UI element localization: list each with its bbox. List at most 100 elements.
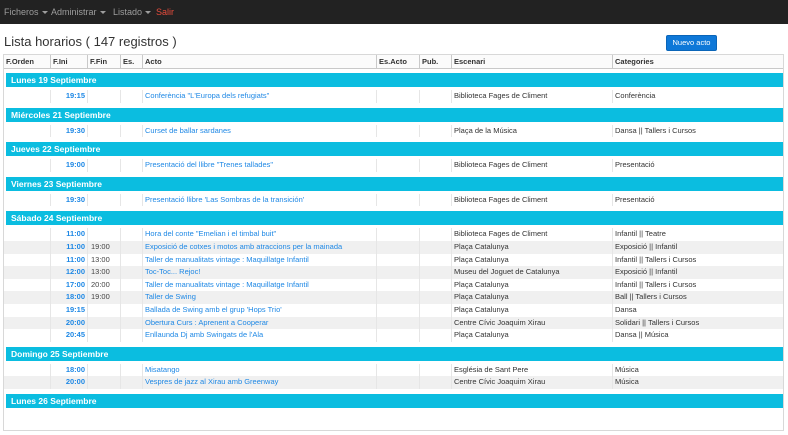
cell-act-link[interactable]: Curset de ballar sardanes [142, 124, 376, 138]
cell-start-time: 20:00 [50, 316, 87, 330]
cell-pub [419, 363, 451, 377]
table-row[interactable]: 19:00 Presentació del llibre "Trenes tall… [4, 159, 783, 172]
cell-venue: Centre Cívic Joaquim Xirau [451, 376, 612, 389]
cell-start-time: 20:45 [50, 329, 87, 342]
cell-es-acto [376, 241, 419, 254]
cell-act-link[interactable]: Vespres de jazz al Xirau amb Greenway [142, 376, 376, 389]
top-navbar: Ficheros Administrar Listado Salir [0, 0, 788, 24]
col-header-acto[interactable]: Acto [142, 55, 376, 68]
cell-act-link[interactable]: Misatango [142, 363, 376, 377]
cell-forden [4, 304, 50, 317]
cell-venue: Biblioteca Fages de Climent [451, 90, 612, 103]
col-header-pub[interactable]: Pub. [419, 55, 451, 68]
cell-start-time: 19:00 [50, 159, 87, 172]
cell-act-link[interactable]: Taller de manualitats vintage : Maquilla… [142, 278, 376, 292]
col-header-forden[interactable]: F.Orden [4, 55, 50, 68]
cell-start-time: 18:00 [50, 291, 87, 304]
table-row[interactable]: 20:00 Vespres de jazz al Xirau amb Greenw… [4, 376, 783, 389]
cell-es-acto [376, 228, 419, 241]
table-row[interactable]: 11:00 13:00 Taller de manualitats vintage … [4, 253, 783, 267]
cell-es [120, 304, 142, 317]
col-header-es[interactable]: Es. [120, 55, 142, 68]
cell-venue: Plaça Catalunya [451, 291, 612, 304]
cell-es [120, 363, 142, 377]
cell-forden [4, 279, 50, 292]
nav-salir-link[interactable]: Salir [156, 0, 174, 24]
cell-start-time: 11:00 [50, 228, 87, 241]
table-row[interactable]: 19:30 Presentació llibre 'Las Sombras de … [4, 193, 783, 207]
cell-act-link[interactable]: Obertura Curs : Aprenent a Cooperar [142, 316, 376, 330]
cell-act-link[interactable]: Ballada de Swing amb el grup 'Hops Trio' [142, 304, 376, 317]
table-row[interactable]: 11:00 19:00 Exposició de cotxes i motos am… [4, 241, 783, 254]
cell-categories: Presentació [612, 159, 783, 172]
nav-ficheros-menu[interactable]: Ficheros [4, 0, 48, 24]
table-row[interactable]: 19:30 Curset de ballar sardanes Plaça de l… [4, 124, 783, 138]
cell-act-link[interactable]: Taller de manualitats vintage : Maquilla… [142, 253, 376, 267]
cell-act-link[interactable]: Enllaunda Dj amb Swingats de l'Ala [142, 329, 376, 342]
cell-forden [4, 266, 50, 279]
cell-categories: Infantil || Tallers i Cursos [612, 278, 783, 292]
table-row[interactable]: 12:00 13:00 Toc-Toc... Rejoc! Museu del Jog… [4, 266, 783, 279]
cell-venue: Plaça de la Música [451, 124, 612, 138]
col-header-categories[interactable]: Categories [612, 55, 783, 68]
table-row[interactable]: 18:00 19:00 Taller de Swing Plaça Catalunya… [4, 291, 783, 304]
cell-act-link[interactable]: Toc-Toc... Rejoc! [142, 266, 376, 279]
cell-end-time [87, 90, 120, 103]
table-row[interactable]: 11:00 Hora del conte "Emelian i el timbal… [4, 228, 783, 241]
table-row[interactable]: 18:00 Misatango Església de Sant Pere Músic… [4, 363, 783, 377]
col-header-esacto[interactable]: Es.Acto [376, 55, 419, 68]
cell-es [120, 241, 142, 254]
cell-venue: Centre Cívic Joaquim Xirau [451, 316, 612, 330]
cell-categories: Infantil || Tallers i Cursos [612, 253, 783, 267]
cell-start-time: 18:00 [50, 363, 87, 377]
cell-act-link[interactable]: Hora del conte "Emelian i el timbal buit… [142, 228, 376, 241]
cell-pub [419, 316, 451, 330]
nav-ficheros-label: Ficheros [4, 7, 39, 17]
table-row[interactable]: 19:15 Ballada de Swing amb el grup 'Hops … [4, 304, 783, 317]
cell-forden [4, 228, 50, 241]
cell-end-time [87, 376, 120, 389]
new-act-button[interactable]: Nuevo acto [666, 35, 717, 51]
day-header: Lunes 19 Septiembre [6, 73, 783, 87]
cell-forden [4, 329, 50, 342]
col-header-ffin[interactable]: F.Fin [87, 55, 120, 68]
cell-start-time: 19:30 [50, 193, 87, 207]
cell-act-link[interactable]: Taller de Swing [142, 291, 376, 304]
cell-act-link[interactable]: Presentació del llibre "Trenes tallades" [142, 159, 376, 172]
nav-administrar-menu[interactable]: Administrar [51, 0, 106, 24]
cell-venue: Plaça Catalunya [451, 241, 612, 254]
cell-start-time: 17:00 [50, 278, 87, 292]
table-row[interactable]: 20:45 Enllaunda Dj amb Swingats de l'Ala P… [4, 329, 783, 342]
cell-act-link[interactable]: Conferència "L'Europa dels refugiats" [142, 90, 376, 103]
cell-es [120, 266, 142, 279]
cell-act-link[interactable]: Presentació llibre 'Las Sombras de la tr… [142, 193, 376, 207]
chevron-down-icon [99, 11, 106, 15]
cell-es [120, 329, 142, 342]
cell-categories: Ball || Tallers i Cursos [612, 291, 783, 304]
cell-es [120, 316, 142, 330]
nav-listado-menu[interactable]: Listado [113, 0, 152, 24]
cell-es-acto [376, 316, 419, 330]
cell-end-time: 20:00 [87, 278, 120, 292]
cell-es [120, 124, 142, 138]
cell-end-time: 13:00 [87, 266, 120, 279]
cell-forden [4, 125, 50, 138]
cell-end-time [87, 159, 120, 172]
cell-pub [419, 193, 451, 207]
nav-listado-label: Listado [113, 7, 143, 17]
cell-es-acto [376, 304, 419, 317]
cell-pub [419, 291, 451, 304]
col-header-escenari[interactable]: Escenari [451, 55, 612, 68]
table-row[interactable]: 20:00 Obertura Curs : Aprenent a Cooperar… [4, 316, 783, 330]
table-row[interactable]: 17:00 20:00 Taller de manualitats vintage … [4, 278, 783, 292]
table-row[interactable]: 19:15 Conferència "L'Europa dels refugiat… [4, 90, 783, 103]
cell-venue: Església de Sant Pere [451, 363, 612, 377]
cell-start-time: 11:00 [50, 241, 87, 254]
cell-start-time: 19:15 [50, 90, 87, 103]
cell-forden [4, 159, 50, 172]
cell-end-time [87, 193, 120, 207]
col-header-fini[interactable]: F.Ini [50, 55, 87, 68]
cell-pub [419, 90, 451, 103]
cell-act-link[interactable]: Exposició de cotxes i motos amb atraccio… [142, 241, 376, 254]
cell-venue: Plaça Catalunya [451, 278, 612, 292]
